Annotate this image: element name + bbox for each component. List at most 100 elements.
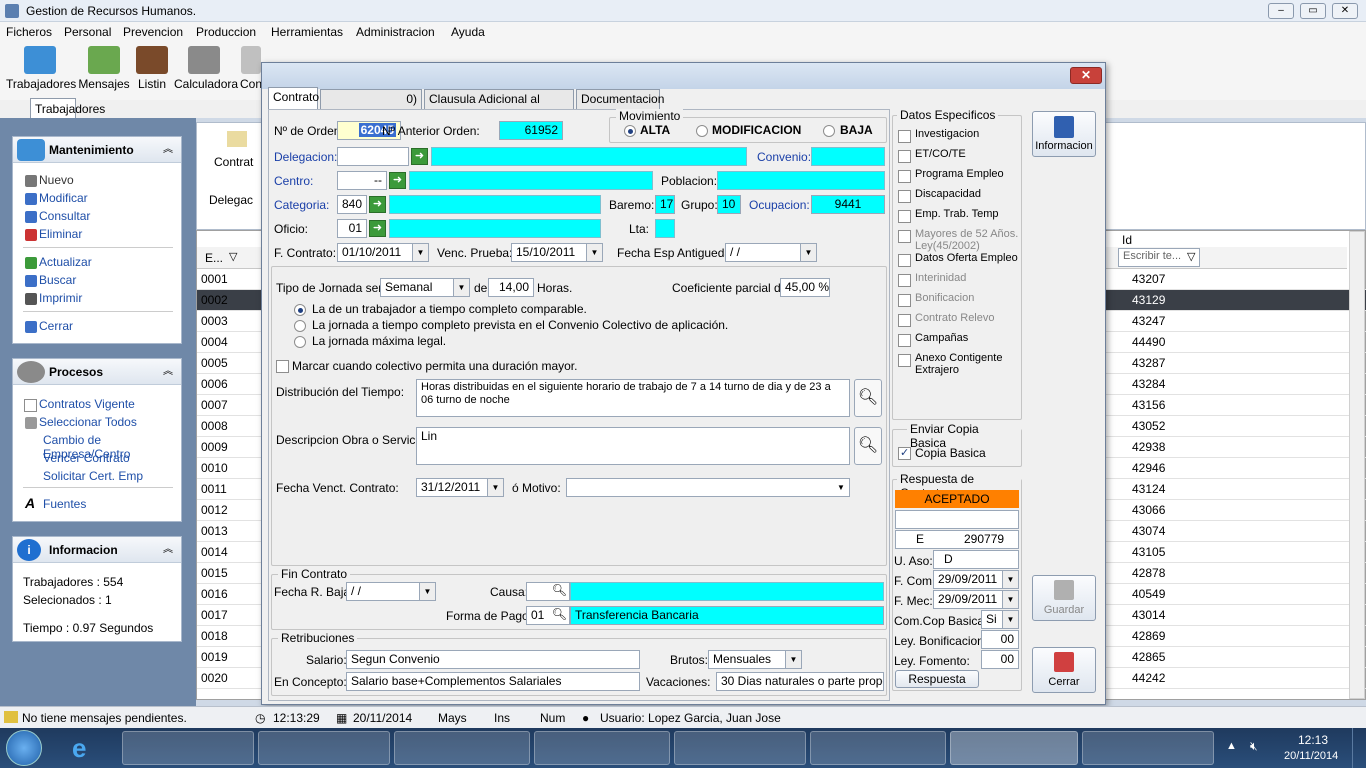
salario-field[interactable]: Segun Convenio: [346, 650, 640, 669]
datos-checkbox[interactable]: [898, 170, 911, 183]
centro-code-field[interactable]: --: [337, 171, 387, 190]
collapse-icon[interactable]: ︽: [163, 137, 173, 163]
datos-checkbox[interactable]: [898, 190, 911, 203]
datos-checkbox[interactable]: [898, 354, 911, 367]
datos-checkbox[interactable]: [898, 334, 911, 347]
contratos-vigente-link[interactable]: Contratos Vigente: [39, 397, 135, 411]
fuentes-link[interactable]: Fuentes: [43, 497, 86, 511]
dropdown-arrow-icon[interactable]: ▼: [586, 244, 602, 261]
cerrar-button[interactable]: Cerrar: [1032, 647, 1096, 693]
respuesta-button[interactable]: Respuesta: [895, 670, 979, 688]
centro-label[interactable]: Centro:: [274, 174, 313, 188]
jornada-opt1-radio[interactable]: [294, 304, 306, 316]
anterior-orden-field[interactable]: 61952: [499, 121, 563, 140]
tray-arrow-icon[interactable]: ▲: [1226, 740, 1237, 752]
informacion-header[interactable]: i Informacion ︽: [13, 537, 181, 563]
dropdown-arrow-icon[interactable]: ▼: [1002, 591, 1018, 608]
taskbar-item[interactable]: [1082, 731, 1214, 765]
vencer-contrato-link[interactable]: Vencer Contrato: [43, 451, 130, 465]
close-button[interactable]: ✕: [1332, 3, 1358, 19]
collapse-icon[interactable]: ︽: [163, 537, 173, 563]
respuesta-blank-field[interactable]: [895, 510, 1019, 529]
dropdown-arrow-icon[interactable]: ▼: [833, 479, 849, 496]
start-button[interactable]: [6, 730, 42, 766]
centro-name-field[interactable]: [409, 171, 653, 190]
menu-produccion[interactable]: Produccion: [196, 25, 256, 39]
ley-bonif-field[interactable]: 00: [981, 630, 1019, 649]
u-aso-field[interactable]: D: [933, 550, 1019, 569]
datos-checkbox[interactable]: [898, 230, 911, 243]
toolbar-trabajadores-button[interactable]: Trabajadores: [6, 46, 76, 91]
volume-icon[interactable]: 🔇︎: [1250, 739, 1258, 754]
search-icon[interactable]: 🔍︎: [552, 607, 567, 621]
consultar-link[interactable]: Consultar: [39, 209, 90, 223]
seleccionar-todos-link[interactable]: Seleccionar Todos: [39, 415, 137, 429]
copia-basica-checkbox[interactable]: [898, 446, 911, 460]
dropdown-arrow-icon[interactable]: ▼: [1002, 571, 1018, 588]
convenio-field[interactable]: [811, 147, 885, 166]
show-desktop-button[interactable]: [1352, 728, 1366, 768]
arrow-right-icon[interactable]: ➜: [411, 148, 428, 165]
comcop-select[interactable]: Si ▼: [981, 610, 1019, 629]
menu-herramientas[interactable]: Herramientas: [271, 25, 343, 39]
tab-contrato[interactable]: Contrato: [268, 87, 319, 109]
arrow-right-icon[interactable]: ➜: [369, 196, 386, 213]
descripcion-textarea[interactable]: Lin: [416, 427, 850, 465]
motivo-select[interactable]: ▼: [566, 478, 850, 497]
fecha-baja-field[interactable]: / / ▼: [346, 582, 436, 601]
datos-checkbox[interactable]: [898, 210, 911, 223]
taskbar-item-chrome[interactable]: [122, 731, 254, 765]
venc-prueba-field[interactable]: 15/10/2011 ▼: [511, 243, 603, 262]
jornada-select[interactable]: Semanal ▼: [380, 278, 470, 297]
id-column-header[interactable]: Id: [1122, 233, 1132, 247]
alta-radio[interactable]: [624, 125, 636, 137]
grid-scrollbar[interactable]: [1349, 231, 1365, 699]
taskbar-item[interactable]: [810, 731, 946, 765]
taskbar-item[interactable]: [394, 731, 530, 765]
search-icon[interactable]: 🔍︎: [552, 583, 567, 597]
coeficiente-field[interactable]: 45,00 %: [780, 278, 830, 297]
categoria-label[interactable]: Categoria:: [274, 198, 329, 212]
tab-clausula-adicional[interactable]: Clausula Adicional al Contrato: [424, 89, 574, 124]
distribucion-textarea[interactable]: Horas distribuidas en el siguiente horar…: [416, 379, 850, 417]
oficio-name-field[interactable]: [389, 219, 601, 238]
search-icon[interactable]: 🔍︎: [854, 379, 882, 417]
datos-checkbox[interactable]: [898, 130, 911, 143]
collapse-icon[interactable]: ︽: [163, 359, 173, 385]
jornada-opt3-radio[interactable]: [294, 336, 306, 348]
taskbar-item[interactable]: [258, 731, 390, 765]
toolbar-calculadora-button[interactable]: Calculadora: [174, 46, 238, 91]
taskbar-item-active[interactable]: [950, 731, 1078, 765]
delegacion-name-field[interactable]: [431, 147, 747, 166]
buscar-link[interactable]: Buscar: [39, 273, 76, 287]
f-contrato-field[interactable]: 01/10/2011 ▼: [337, 243, 429, 262]
eliminar-link[interactable]: Eliminar: [39, 227, 82, 241]
grupo-field[interactable]: 10: [717, 195, 741, 214]
dropdown-arrow-icon[interactable]: ▼: [785, 651, 801, 668]
contratos-vigente-checkbox[interactable]: [24, 399, 37, 412]
datos-checkbox[interactable]: [898, 254, 911, 267]
convenio-label[interactable]: Convenio:: [757, 150, 811, 164]
arrow-right-icon[interactable]: ➜: [389, 172, 406, 189]
delegacion-label[interactable]: Delegacion:: [274, 150, 337, 164]
categoria-code-field[interactable]: 840: [337, 195, 367, 214]
toolbar-mensajes-button[interactable]: Mensajes: [78, 46, 130, 91]
jornada-opt2-radio[interactable]: [294, 320, 306, 332]
taskbar-clock-date[interactable]: 20/11/2014: [1284, 750, 1338, 762]
taskbar-clock-time[interactable]: 12:13: [1298, 733, 1328, 747]
actualizar-link[interactable]: Actualizar: [39, 255, 92, 269]
ocupacion-field[interactable]: 9441: [811, 195, 885, 214]
categoria-name-field[interactable]: [389, 195, 601, 214]
dropdown-arrow-icon[interactable]: ▼: [1002, 611, 1018, 628]
procesos-header[interactable]: Procesos ︽: [13, 359, 181, 385]
tab-trabajadores[interactable]: Trabajadores: [30, 98, 105, 118]
datos-checkbox[interactable]: [898, 314, 911, 327]
respuesta-e-field[interactable]: E 290779: [895, 530, 1019, 549]
e-column-header[interactable]: E...: [205, 251, 223, 265]
toolbar-con-button[interactable]: Con: [240, 46, 262, 91]
modificar-link[interactable]: Modificar: [39, 191, 88, 205]
nuevo-link[interactable]: Nuevo: [39, 173, 74, 187]
taskbar-item[interactable]: [534, 731, 670, 765]
causa-code-field[interactable]: 🔍︎: [526, 582, 570, 601]
datos-checkbox[interactable]: [898, 150, 911, 163]
